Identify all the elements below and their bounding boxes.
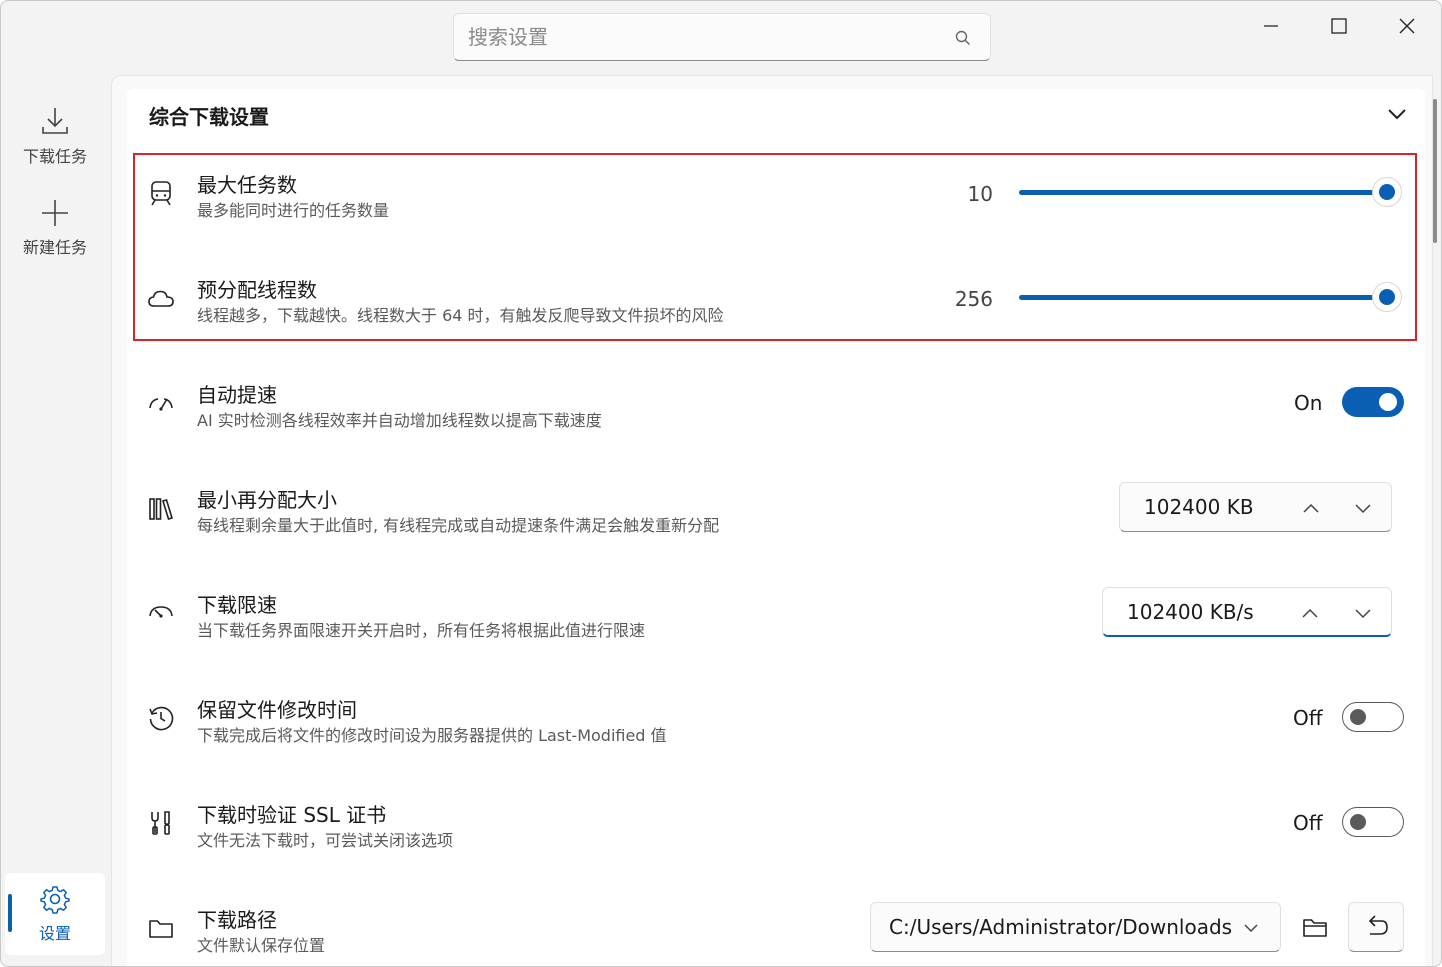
max-tasks-slider-track[interactable] — [1019, 190, 1387, 195]
browse-folder-button[interactable] — [1287, 902, 1343, 952]
nav-download-tasks-label: 下载任务 — [22, 147, 87, 166]
verify-ssl-state: Off — [1293, 811, 1323, 835]
prealloc-threads-value: 256 — [954, 287, 993, 311]
min-realloc-desc: 每线程剩余量大于此值时, 有线程完成或自动提速条件满足会触发重新分配 — [197, 516, 720, 535]
minimize-button[interactable] — [1237, 1, 1305, 51]
nav-settings-label: 设置 — [38, 924, 71, 943]
folder-open-icon — [1303, 919, 1327, 937]
min-realloc-spinbox[interactable]: 102400 KB — [1119, 482, 1392, 532]
chevron-down-icon[interactable] — [1352, 602, 1374, 624]
verify-ssl-desc: 文件无法下载时，可尝试关闭该选项 — [197, 831, 454, 850]
min-realloc-title: 最小再分配大小 — [197, 488, 337, 512]
plus-icon — [42, 200, 68, 226]
chevron-down-icon[interactable] — [1241, 918, 1261, 938]
tools-icon — [147, 809, 175, 837]
auto-speedup-title: 自动提速 — [197, 383, 277, 407]
scrollbar[interactable] — [1433, 99, 1437, 243]
section-title: 综合下载设置 — [149, 105, 269, 129]
download-path-desc: 文件默认保存位置 — [197, 936, 326, 955]
nav-active-indicator — [8, 894, 12, 932]
library-icon — [147, 495, 175, 523]
nav-new-task-label: 新建任务 — [22, 238, 87, 257]
close-icon — [1399, 18, 1415, 34]
reset-path-button[interactable] — [1348, 902, 1404, 952]
verify-ssl-toggle[interactable] — [1342, 807, 1404, 837]
auto-speedup-state: On — [1294, 391, 1323, 415]
prealloc-threads-title: 预分配线程数 — [197, 278, 317, 302]
cloud-icon — [147, 285, 175, 313]
auto-speedup-toggle[interactable] — [1342, 387, 1404, 417]
download-path-combobox[interactable]: C:/Users/Administrator/Downloads — [870, 902, 1281, 952]
chevron-up-icon[interactable] — [1385, 103, 1409, 125]
max-tasks-slider-thumb[interactable] — [1372, 177, 1402, 207]
min-realloc-value[interactable]: 102400 KB — [1144, 495, 1254, 519]
search-box[interactable] — [453, 13, 991, 61]
minimize-icon — [1264, 25, 1278, 27]
undo-icon — [1368, 915, 1388, 935]
nav-download-tasks[interactable]: 下载任务 — [5, 95, 105, 177]
speed-limit-title: 下载限速 — [197, 593, 277, 617]
maximize-icon — [1331, 18, 1347, 34]
keep-mtime-state: Off — [1293, 706, 1323, 730]
prealloc-threads-slider-thumb[interactable] — [1372, 282, 1402, 312]
download-path-title: 下载路径 — [197, 908, 277, 932]
nav-new-task[interactable]: 新建任务 — [5, 187, 105, 269]
keep-mtime-toggle[interactable] — [1342, 702, 1404, 732]
auto-speedup-desc: AI 实时检测各线程效率并自动增加线程数以提高下载速度 — [197, 411, 602, 430]
prealloc-threads-slider-track[interactable] — [1019, 295, 1387, 300]
search-icon[interactable] — [954, 29, 972, 47]
close-button[interactable] — [1373, 1, 1441, 51]
chevron-up-icon[interactable] — [1299, 602, 1321, 624]
gauge-icon — [147, 599, 175, 627]
chevron-up-icon[interactable] — [1300, 497, 1322, 519]
max-tasks-value: 10 — [967, 182, 993, 206]
keep-mtime-title: 保留文件修改时间 — [197, 698, 357, 722]
folder-icon — [147, 914, 175, 942]
keep-mtime-desc: 下载完成后将文件的修改时间设为服务器提供的 Last-Modified 值 — [197, 726, 667, 745]
download-path-value[interactable]: C:/Users/Administrator/Downloads — [889, 915, 1232, 939]
max-tasks-desc: 最多能同时进行的任务数量 — [197, 201, 390, 220]
max-tasks-title: 最大任务数 — [197, 173, 297, 197]
nav-settings[interactable]: 设置 — [5, 873, 105, 955]
history-icon — [147, 704, 175, 732]
verify-ssl-title: 下载时验证 SSL 证书 — [197, 803, 387, 827]
download-icon — [42, 108, 68, 134]
speed-limit-value[interactable]: 102400 KB/s — [1127, 600, 1254, 624]
speed-limit-desc: 当下载任务界面限速开关开启时，所有任务将根据此值进行限速 — [197, 621, 646, 640]
search-input[interactable] — [468, 22, 928, 52]
train-icon — [147, 179, 175, 207]
maximize-button[interactable] — [1305, 1, 1373, 51]
speedometer-icon — [147, 391, 175, 419]
chevron-down-icon[interactable] — [1352, 497, 1374, 519]
speed-limit-spinbox[interactable]: 102400 KB/s — [1102, 587, 1392, 637]
app-window: 下载任务 新建任务 设置 综合下载设置 最大任务数 最多能同时进行的任务数量 1… — [0, 0, 1442, 967]
prealloc-threads-desc: 线程越多，下载越快。线程数大于 64 时，有触发反爬导致文件损坏的风险 — [197, 306, 724, 325]
gear-icon — [40, 886, 70, 914]
